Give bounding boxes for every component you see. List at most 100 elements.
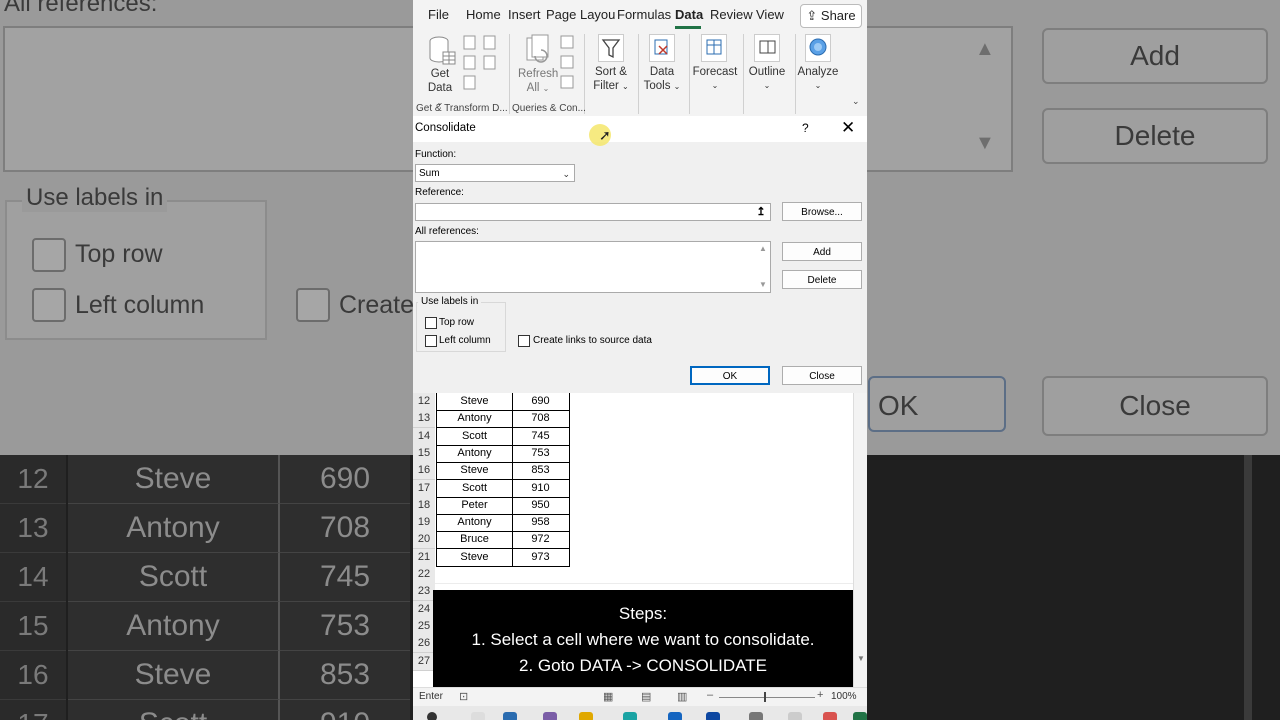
row-header[interactable]: 22: [413, 566, 435, 584]
forecast-icon[interactable]: [701, 34, 727, 62]
scroll-down-icon[interactable]: ▼: [759, 280, 767, 289]
row-header[interactable]: 24: [413, 601, 435, 619]
row-header[interactable]: 13: [413, 410, 435, 428]
close-icon[interactable]: ✕: [841, 118, 855, 138]
browser-icon[interactable]: [623, 712, 637, 720]
cell-value[interactable]: 973: [512, 549, 570, 567]
zoom-out-icon[interactable]: –: [707, 689, 713, 701]
tab-home[interactable]: Home: [466, 7, 501, 22]
row-header[interactable]: 16: [413, 462, 435, 480]
cell-name[interactable]: Antony: [436, 445, 513, 463]
close-button[interactable]: Close: [782, 366, 862, 385]
taskbar-app-icon[interactable]: [788, 712, 802, 720]
row-header[interactable]: 18: [413, 497, 435, 515]
cell-value[interactable]: 745: [512, 428, 570, 446]
queries-icons[interactable]: [560, 35, 576, 95]
outline-label[interactable]: Outline ⌄: [747, 65, 787, 93]
analyze-label[interactable]: Analyze ⌄: [797, 65, 839, 93]
cell-value[interactable]: 708: [512, 410, 570, 428]
dialog-titlebar[interactable]: Consolidate ? ✕: [413, 116, 867, 142]
forecast-label[interactable]: Forecast ⌄: [692, 65, 738, 93]
tab-view[interactable]: View: [756, 7, 784, 22]
data-tools-label[interactable]: Data Tools ⌄: [641, 65, 683, 94]
help-icon[interactable]: ?: [802, 121, 809, 135]
collapse-dialog-icon[interactable]: ↥: [751, 203, 771, 221]
cell-name[interactable]: Scott: [436, 428, 513, 446]
create-links-checkbox[interactable]: [518, 335, 530, 347]
ok-button[interactable]: OK: [690, 366, 770, 385]
row-header[interactable]: 21: [413, 549, 435, 567]
tab-file[interactable]: File: [428, 7, 449, 22]
outline-icon[interactable]: [754, 34, 780, 62]
task-view-icon[interactable]: [471, 712, 485, 720]
refresh-all-label[interactable]: Refresh All ⌄: [518, 67, 558, 96]
function-select[interactable]: Sum ⌄: [415, 164, 575, 182]
cell-name[interactable]: Scott: [436, 480, 513, 498]
cell-name[interactable]: Bruce: [436, 531, 513, 549]
row-header[interactable]: 19: [413, 514, 435, 532]
taskbar-app-icon[interactable]: [749, 712, 763, 720]
row-header[interactable]: 25: [413, 618, 435, 636]
cell-value[interactable]: 958: [512, 514, 570, 532]
cell-name[interactable]: Steve: [436, 462, 513, 480]
create-links-label[interactable]: Create links to source data: [533, 335, 652, 346]
delete-button[interactable]: Delete: [782, 270, 862, 289]
tab-insert[interactable]: Insert: [508, 7, 541, 22]
top-row-label[interactable]: Top row: [439, 317, 474, 328]
vertical-scrollbar[interactable]: [853, 393, 867, 687]
taskbar-app-icon[interactable]: [706, 712, 720, 720]
cell-value[interactable]: 950: [512, 497, 570, 515]
taskbar-badge-icon[interactable]: [668, 712, 682, 720]
data-tools-icon[interactable]: [649, 34, 675, 62]
row-header[interactable]: 14: [413, 428, 435, 446]
cell-value[interactable]: 853: [512, 462, 570, 480]
scroll-up-icon[interactable]: ▲: [759, 244, 767, 253]
share-button[interactable]: ⇪ Share: [800, 4, 862, 28]
get-data-icon[interactable]: [427, 34, 457, 66]
browse-button[interactable]: Browse...: [782, 202, 862, 221]
ribbon-collapse-icon[interactable]: ⌄: [852, 96, 860, 107]
page-layout-view-icon[interactable]: ▤: [641, 690, 651, 703]
folder-icon[interactable]: [579, 712, 593, 720]
zoom-slider-thumb[interactable]: [764, 692, 766, 702]
cell-value[interactable]: 753: [512, 445, 570, 463]
taskbar-app-icon[interactable]: [823, 712, 837, 720]
top-row-checkbox[interactable]: [425, 317, 437, 329]
search-icon[interactable]: [427, 712, 437, 720]
add-button[interactable]: Add: [782, 242, 862, 261]
accessibility-icon[interactable]: ⊡: [459, 690, 468, 703]
reference-input[interactable]: [415, 203, 771, 221]
taskbar-app-icon[interactable]: [543, 712, 557, 720]
cell-name[interactable]: Peter: [436, 497, 513, 515]
cell-value[interactable]: 910: [512, 480, 570, 498]
zoom-slider[interactable]: [719, 697, 815, 698]
refresh-all-icon[interactable]: [525, 34, 553, 66]
all-references-list[interactable]: [415, 241, 771, 293]
row-header[interactable]: 12: [413, 393, 435, 411]
sort-filter-label[interactable]: Sort & Filter ⌄: [591, 65, 631, 94]
taskbar-app-icon[interactable]: [503, 712, 517, 720]
row-header[interactable]: 15: [413, 445, 435, 463]
zoom-level[interactable]: 100%: [831, 691, 857, 702]
cell-value[interactable]: 972: [512, 531, 570, 549]
cell-name[interactable]: Antony: [436, 410, 513, 428]
row-header[interactable]: 26: [413, 635, 435, 653]
normal-view-icon[interactable]: ▦: [603, 690, 613, 703]
excel-icon[interactable]: [853, 712, 867, 720]
row-header[interactable]: 17: [413, 480, 435, 498]
cell-name[interactable]: Steve: [436, 393, 513, 411]
row-header[interactable]: 23: [413, 583, 435, 601]
tab-page-layout[interactable]: Page Layou: [546, 7, 615, 22]
scroll-down-icon[interactable]: ▼: [857, 654, 865, 663]
left-column-label[interactable]: Left column: [439, 335, 491, 346]
page-break-view-icon[interactable]: ▥: [677, 690, 687, 703]
cell-value[interactable]: 690: [512, 393, 570, 411]
zoom-in-icon[interactable]: +: [817, 689, 823, 701]
left-column-checkbox[interactable]: [425, 335, 437, 347]
data-source-icons[interactable]: [463, 35, 503, 95]
tab-review[interactable]: Review: [710, 7, 753, 22]
sort-filter-icon[interactable]: [598, 34, 624, 62]
cell-name[interactable]: Antony: [436, 514, 513, 532]
row-header[interactable]: 20: [413, 531, 435, 549]
analyze-icon[interactable]: [805, 34, 831, 62]
